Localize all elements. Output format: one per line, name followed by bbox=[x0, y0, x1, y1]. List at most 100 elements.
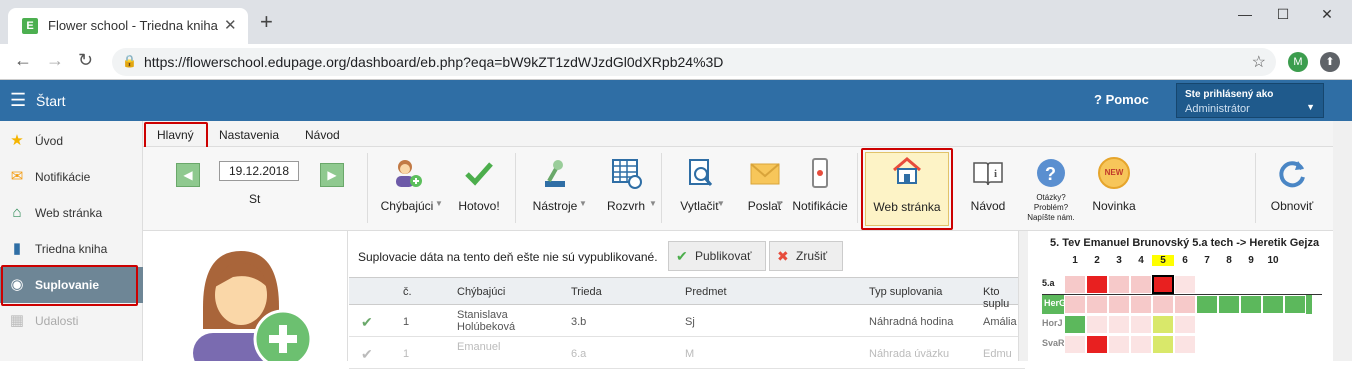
table-header: č. Chýbajúci Trieda Predmet Typ suplovan… bbox=[349, 277, 1025, 310]
sidebar-item-label: Úvod bbox=[35, 134, 64, 148]
svg-text:i: i bbox=[994, 168, 997, 180]
period-number: 7 bbox=[1204, 255, 1210, 266]
sidebar-item-label: Notifikácie bbox=[35, 170, 91, 184]
period-number: 9 bbox=[1248, 255, 1254, 266]
sidebar-item-triedna-kniha[interactable]: ▮ Triedna kniha bbox=[0, 231, 143, 267]
url-text: https://flowerschool.edupage.org/dashboa… bbox=[144, 54, 724, 70]
period-number: 4 bbox=[1138, 255, 1144, 266]
publish-button[interactable]: ✔ Publikovať bbox=[668, 241, 766, 271]
navod-button[interactable]: i Návod bbox=[959, 155, 1017, 223]
column-header[interactable]: Trieda bbox=[571, 286, 602, 298]
poslat-button[interactable]: Poslať bbox=[733, 155, 797, 223]
prev-day-button[interactable]: ◀ bbox=[176, 163, 200, 187]
sidebar-item-udalosti[interactable]: ▦ Udalosti bbox=[0, 303, 143, 339]
row-label: SvaR bbox=[1042, 338, 1065, 348]
row-type: Náhrada úväzku bbox=[869, 348, 950, 360]
row-number: 1 bbox=[403, 316, 410, 328]
user-dropdown[interactable]: Ste prihlásený ako Administrátor ▼ bbox=[1176, 83, 1324, 118]
hotovo-button[interactable]: Hotovo! bbox=[449, 155, 509, 223]
timetable-row: SvaR bbox=[1042, 335, 1312, 354]
back-arrow-icon[interactable]: ← bbox=[14, 50, 32, 71]
chevron-down-icon: ▼ bbox=[1306, 102, 1315, 112]
sidebar-item-label: Triedna kniha bbox=[35, 242, 108, 256]
manual-icon: i bbox=[973, 162, 1003, 186]
forward-arrow-icon[interactable]: → bbox=[46, 50, 64, 71]
period-number: 2 bbox=[1094, 255, 1100, 266]
star-icon[interactable]: ☆ bbox=[1252, 52, 1266, 72]
divider bbox=[515, 153, 516, 223]
help-link[interactable]: ? Pomoc bbox=[1094, 92, 1149, 107]
period-number: 10 bbox=[1267, 255, 1279, 266]
sidebar-item-uvod[interactable]: ★ Úvod bbox=[0, 123, 143, 159]
period-number: 3 bbox=[1116, 255, 1122, 266]
tab-navod[interactable]: Návod bbox=[305, 128, 340, 142]
profile-avatar[interactable]: M bbox=[1288, 52, 1308, 72]
chevron-down-icon[interactable]: ▼ bbox=[649, 199, 657, 208]
row-number: 1 bbox=[403, 348, 410, 360]
nastroje-button[interactable]: Nástroje bbox=[523, 155, 587, 223]
row-who: Edmu bbox=[983, 348, 1012, 360]
page-scrollbar[interactable] bbox=[1333, 121, 1352, 361]
nastroje-label: Nástroje bbox=[532, 199, 578, 213]
user-name: Administrátor bbox=[1185, 103, 1250, 115]
chevron-down-icon[interactable]: ▼ bbox=[717, 199, 725, 208]
column-header[interactable]: Chýbajúci bbox=[457, 286, 505, 298]
date-field[interactable]: 19.12.2018 bbox=[219, 161, 299, 181]
cancel-button[interactable]: ✖ Zrušiť bbox=[769, 241, 843, 271]
home-icon: ⌂ bbox=[12, 204, 22, 221]
checkmark-icon: ✔ bbox=[676, 248, 688, 264]
envelope-icon: ✉ bbox=[10, 168, 24, 185]
timetable-row: 5.a bbox=[1042, 275, 1312, 294]
browser-tab[interactable]: E Flower school - Triedna kniha ✕ bbox=[8, 8, 248, 44]
table-row[interactable]: ✔ 1 Stanislava Holúbeková 3.b Sj Náhradn… bbox=[349, 305, 1025, 337]
row-subject: M bbox=[685, 348, 695, 360]
row-teacher: Stanislava Holúbeková bbox=[457, 309, 516, 333]
poslat-label: Poslať bbox=[747, 199, 783, 213]
minimize-icon[interactable]: — bbox=[1230, 6, 1260, 26]
url-input[interactable]: 🔒 https://flowerschool.edupage.org/dashb… bbox=[112, 48, 1276, 76]
tab-close-icon[interactable]: ✕ bbox=[224, 16, 237, 34]
divider bbox=[857, 153, 858, 223]
app-title[interactable]: Štart bbox=[36, 93, 66, 109]
row-class: 3.b bbox=[571, 316, 587, 328]
sidebar-item-notifikacie[interactable]: ✉ Notifikácie bbox=[0, 159, 143, 195]
column-header[interactable]: č. bbox=[403, 286, 412, 298]
notifikacie-button[interactable]: Notifikácie bbox=[789, 155, 851, 223]
tab-nastavenia[interactable]: Nastavenia bbox=[219, 128, 279, 142]
next-day-button[interactable]: ▶ bbox=[320, 163, 344, 187]
app-header: ☰ Štart ? Pomoc Ste prihlásený ako Admin… bbox=[0, 80, 1352, 121]
close-window-icon[interactable]: ✕ bbox=[1312, 6, 1342, 26]
reload-icon[interactable]: ↻ bbox=[78, 50, 93, 71]
table-scrollbar[interactable] bbox=[1018, 231, 1028, 361]
chybajuci-button[interactable]: Chýbajúci bbox=[375, 155, 439, 223]
novinka-button[interactable]: NEW Novinka bbox=[1083, 155, 1145, 223]
row-teacher: Emanuel bbox=[457, 341, 501, 353]
question-icon: ? bbox=[1037, 159, 1065, 187]
new-tab-icon[interactable]: + bbox=[260, 11, 273, 33]
column-header[interactable]: Typ suplovania bbox=[869, 286, 942, 298]
obnovit-button[interactable]: Obnoviť bbox=[1261, 155, 1323, 223]
maximize-icon[interactable]: ☐ bbox=[1268, 6, 1298, 26]
checkmark-icon: ✔ bbox=[361, 314, 373, 330]
divider bbox=[661, 153, 662, 223]
sidebar-item-label: Web stránka bbox=[35, 206, 103, 220]
divider bbox=[1255, 153, 1256, 223]
column-header[interactable]: Predmet bbox=[685, 286, 727, 298]
chevron-down-icon[interactable]: ▼ bbox=[435, 199, 443, 208]
tab-title: Flower school - Triedna kniha bbox=[48, 18, 218, 33]
highlight-frame bbox=[861, 148, 953, 230]
chevron-down-icon[interactable]: ▼ bbox=[775, 199, 783, 208]
new-badge-icon: NEW bbox=[1098, 157, 1130, 189]
update-icon[interactable]: ⬆ bbox=[1320, 52, 1340, 72]
sidebar-item-web[interactable]: ⌂ Web stránka bbox=[0, 195, 143, 231]
obnovit-label: Obnoviť bbox=[1270, 199, 1314, 213]
chevron-down-icon[interactable]: ▼ bbox=[579, 199, 587, 208]
hamburger-icon[interactable]: ☰ bbox=[10, 91, 26, 109]
table-row[interactable]: ✔ 1 Emanuel 6.a M Náhrada úväzku Edmu bbox=[349, 337, 1025, 369]
otazky-button[interactable]: ? Otázky? Problém? Napíšte nám. bbox=[1021, 155, 1081, 223]
chybajuci-label: Chýbajúci bbox=[380, 199, 434, 213]
main-content: Suplovacie dáta na tento deň ešte nie sú… bbox=[143, 231, 1333, 369]
vytlacit-button[interactable]: Vytlačiť bbox=[667, 155, 733, 223]
rozvrh-button[interactable]: Rozvrh bbox=[593, 155, 659, 223]
row-who: Amália bbox=[983, 316, 1017, 328]
